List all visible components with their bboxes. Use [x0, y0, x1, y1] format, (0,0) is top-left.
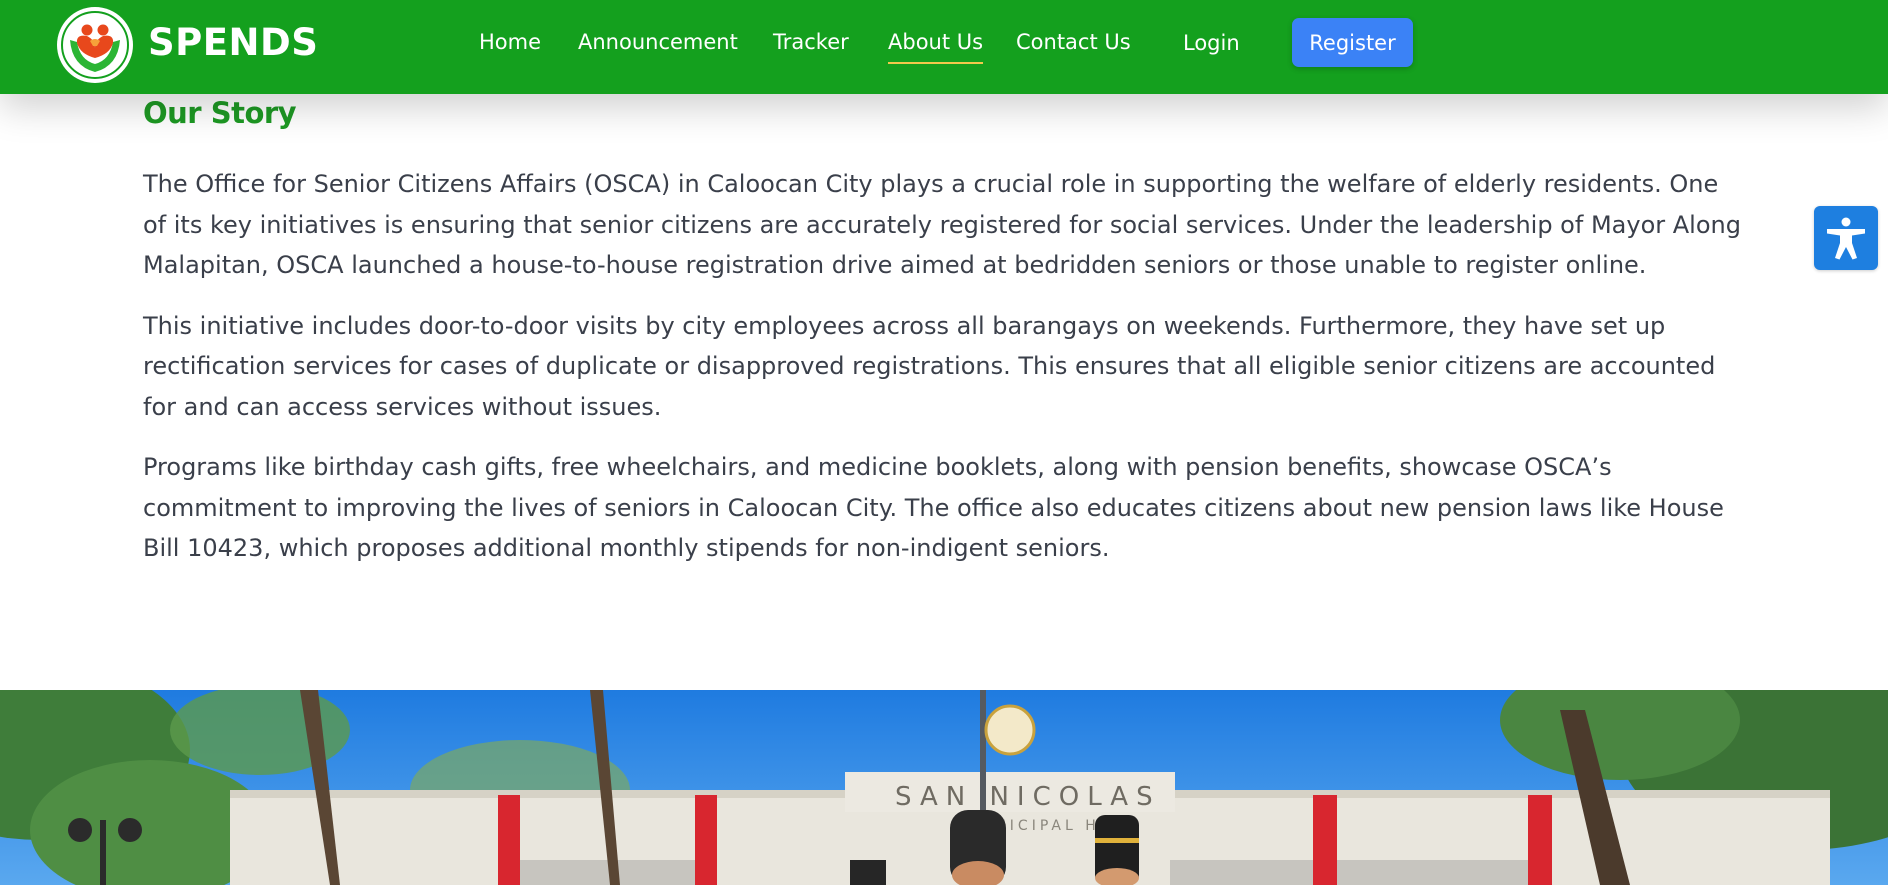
brand-name[interactable]: SPENDS [148, 21, 318, 64]
nav-tracker[interactable]: Tracker [773, 30, 849, 54]
section-title: Our Story [143, 96, 297, 130]
register-button[interactable]: Register [1292, 18, 1413, 67]
accessibility-person-icon [1827, 217, 1865, 260]
story-paragraph-2: This initiative includes door-to-door vi… [143, 311, 1716, 421]
nav-announcement[interactable]: Announcement [578, 30, 738, 54]
story-paragraph-3: Programs like birthday cash gifts, free … [143, 453, 1724, 562]
logo[interactable] [57, 7, 133, 83]
accessibility-button[interactable] [1814, 206, 1878, 270]
senior-care-hands-icon [61, 11, 129, 79]
story-body: The Office for Senior Citizens Affairs (… [143, 164, 1743, 589]
story-paragraph-1: The Office for Senior Citizens Affairs (… [143, 170, 1741, 279]
nav-home[interactable]: Home [479, 30, 541, 54]
building-sign: SAN NICOLAS [895, 782, 1161, 812]
login-link[interactable]: Login [1183, 31, 1240, 55]
nav-contact-us[interactable]: Contact Us [1016, 30, 1131, 54]
top-navbar: SPENDS Home Announcement Tracker About U… [0, 0, 1888, 94]
nav-about-us[interactable]: About Us [888, 30, 984, 64]
municipal-hall-photo: SAN NICOLAS MUNICIPAL HALL [0, 690, 1888, 885]
